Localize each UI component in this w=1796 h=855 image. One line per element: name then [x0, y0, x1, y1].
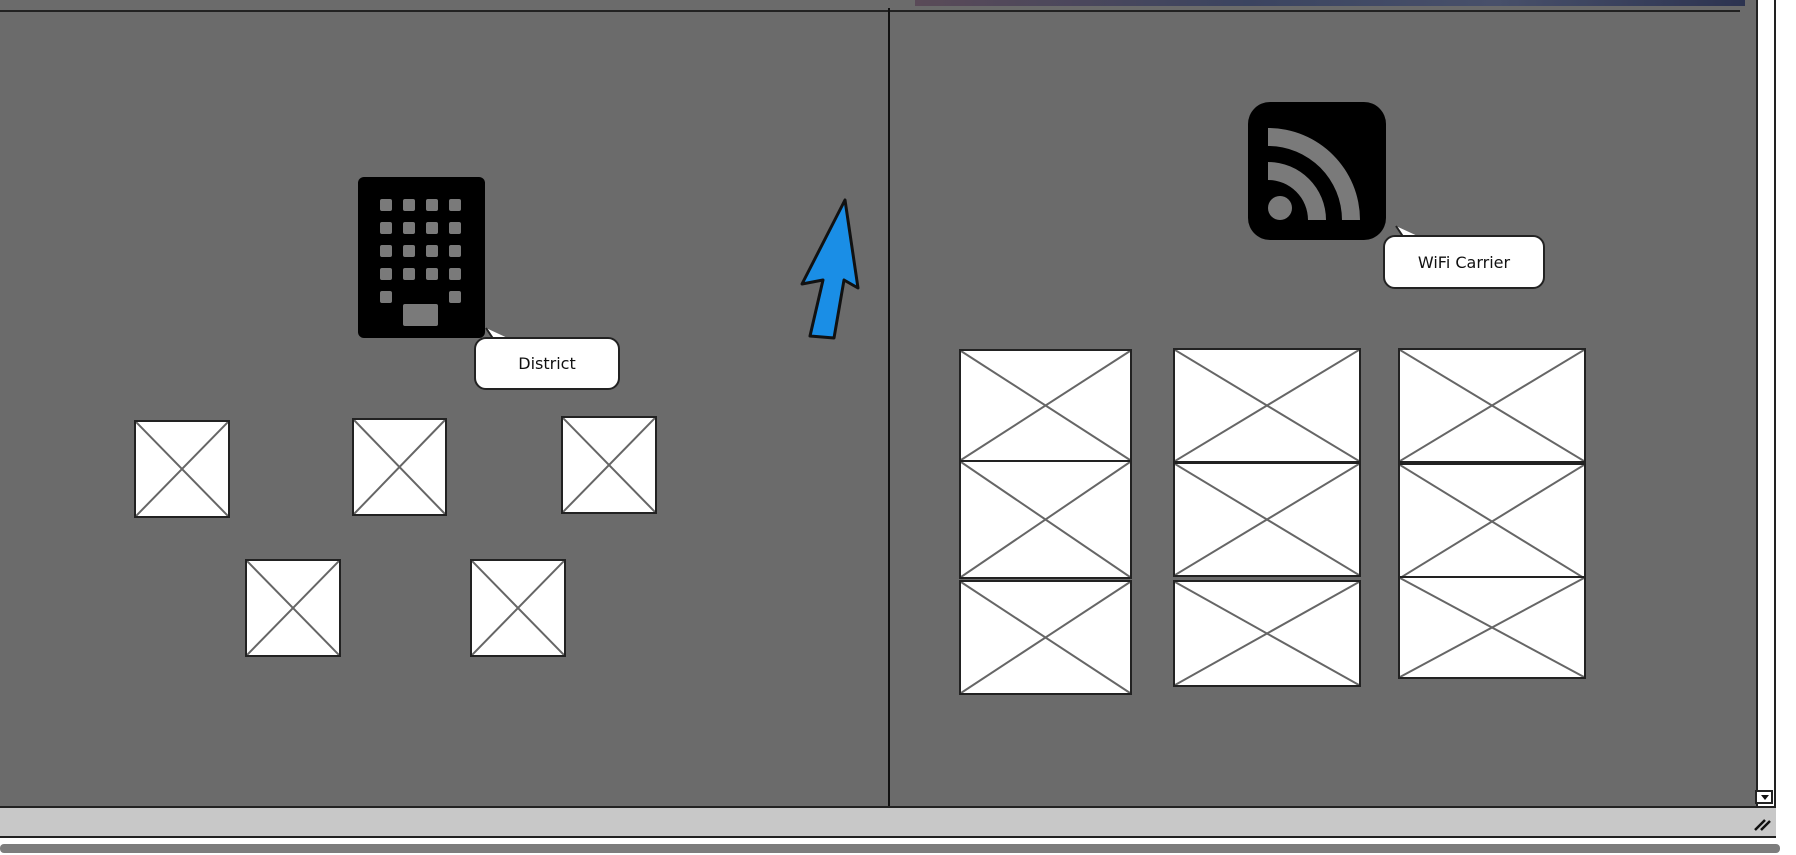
image-placeholder: [134, 420, 230, 518]
image-placeholder: [1398, 576, 1586, 679]
top-divider: [0, 10, 1740, 12]
mockup-canvas: District WiFi Carrier: [0, 0, 1758, 832]
horizontal-scrollbar[interactable]: [0, 806, 1776, 838]
up-arrow-icon: [798, 196, 862, 342]
image-placeholder: [470, 559, 566, 657]
image-placeholder: [1398, 348, 1586, 463]
image-placeholder: [1173, 348, 1361, 463]
bottom-scroll-track[interactable]: [0, 844, 1780, 853]
image-placeholder: [959, 580, 1132, 695]
image-placeholder: [959, 349, 1132, 462]
image-placeholder: [561, 416, 657, 514]
image-placeholder: [1173, 462, 1361, 577]
district-callout: District: [474, 337, 620, 390]
image-placeholder: [352, 418, 447, 516]
image-placeholder: [959, 460, 1132, 579]
building-icon: [358, 177, 485, 338]
image-placeholder: [1398, 463, 1586, 580]
image-placeholder: [1173, 580, 1361, 687]
wifi-carrier-label: WiFi Carrier: [1417, 252, 1511, 272]
vertical-scrollbar[interactable]: [1756, 0, 1776, 806]
district-label: District: [518, 354, 576, 373]
wifi-carrier-callout: WiFi Carrier: [1383, 235, 1545, 289]
scroll-down-arrow-icon[interactable]: [1755, 790, 1773, 804]
resize-grip-icon[interactable]: [1752, 814, 1772, 832]
top-image-strip: [915, 0, 1745, 6]
rss-feed-icon: [1248, 102, 1386, 240]
panel-divider: [888, 8, 890, 832]
image-placeholder: [245, 559, 341, 657]
